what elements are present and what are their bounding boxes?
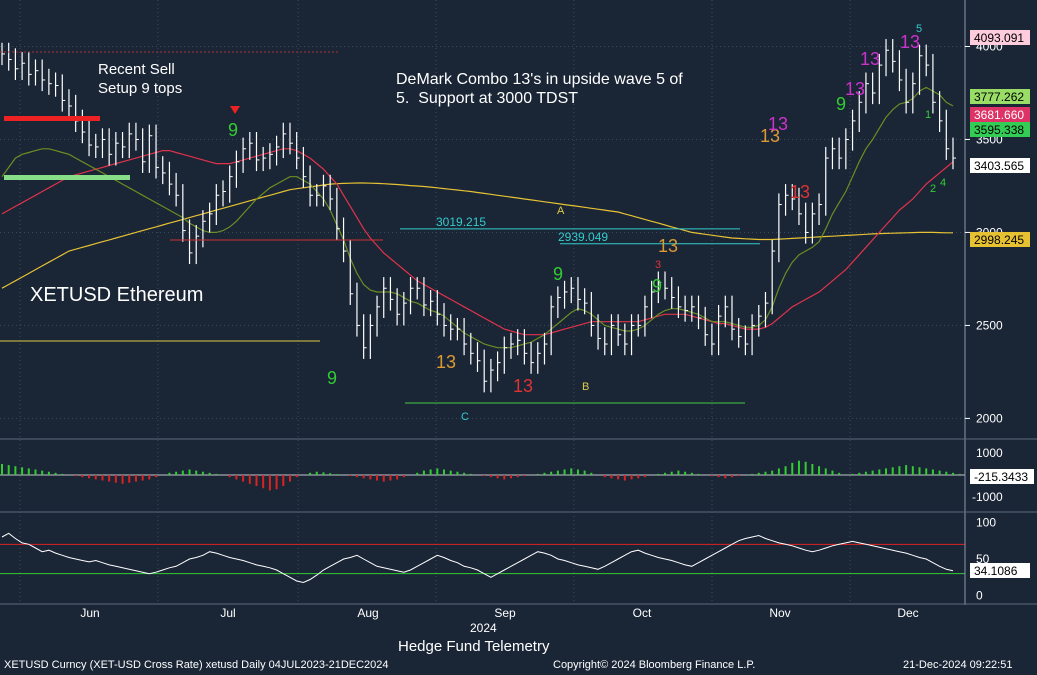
- ytick-main-1: 2500: [976, 318, 1003, 332]
- ytick-hist-1: -1000: [972, 490, 1003, 504]
- wave-label-0: A: [557, 205, 565, 217]
- wave-label-7: 5: [916, 23, 922, 35]
- footer-copyright: Copyright© 2024 Bloomberg Finance L.P.: [553, 659, 756, 671]
- wave-label-4: 2: [930, 183, 936, 195]
- demark-13-2: 13: [900, 32, 920, 52]
- demark-13-5: 13: [790, 182, 810, 202]
- wave-label-6: 4: [940, 177, 946, 189]
- value-badge-text-1: 3777.262: [974, 90, 1024, 104]
- tdst-level-3019-label: 3019.215: [436, 215, 486, 229]
- month-label-jun: Jun: [80, 606, 99, 620]
- demark-13-7: 13: [513, 376, 533, 396]
- footer-left: XETUSD Curncy (XET-USD Cross Rate) xetus…: [4, 659, 389, 671]
- recent-sell-annotation: Recent Sell Setup 9 tops: [98, 61, 183, 97]
- demark-9-1: 9: [327, 368, 337, 388]
- demark-9-2: 9: [553, 264, 563, 284]
- wave-label-3: 1: [925, 109, 931, 121]
- value-badge-text-4: 3403.565: [974, 159, 1024, 173]
- demark-13-1: 13: [860, 49, 880, 69]
- demark-13-8: 13: [658, 236, 678, 256]
- demark-13-6: 13: [436, 352, 456, 372]
- tdst-level-2939-label: 2939.049: [558, 230, 608, 244]
- sell-setup-red-bar: [4, 116, 100, 121]
- month-label-dec: Dec: [897, 606, 918, 620]
- month-label-jul: Jul: [220, 606, 235, 620]
- value-badge-text-2: 3681.660: [974, 108, 1024, 122]
- month-label-aug: Aug: [357, 606, 378, 620]
- footer-timestamp: 21-Dec-2024 09:22:51: [903, 659, 1013, 671]
- osc-last-badge-text: 34.1086: [974, 564, 1018, 578]
- demark-13-4: 13: [768, 114, 788, 134]
- demark-13-3: 13: [845, 79, 865, 99]
- ytick-main-0: 2000: [976, 411, 1003, 425]
- wave-label-5: 3: [655, 259, 661, 271]
- month-label-sep: Sep: [494, 606, 516, 620]
- chart-root: 3019.2152939.049 20002500300035004000100…: [0, 0, 1037, 675]
- ytick-hist-0: 1000: [976, 446, 1003, 460]
- wave-label-1: B: [582, 381, 589, 393]
- instrument-annotation: XETUSD Ethereum: [30, 284, 204, 306]
- footer-title: Hedge Fund Telemetry: [398, 638, 550, 655]
- value-badge-text-0: 4093.091: [974, 31, 1024, 45]
- value-badge-text-5: 2998.245: [974, 233, 1024, 247]
- demark-annotation: DeMark Combo 13's in upside wave 5 of 5.…: [396, 71, 683, 107]
- value-badge-text-3: 3595.338: [974, 123, 1024, 137]
- ytick-osc-2: 0: [976, 589, 983, 603]
- wave-label-2: C: [461, 411, 469, 423]
- demark-9-0: 9: [228, 120, 238, 140]
- hist-last-badge-text: -215.3433: [974, 470, 1028, 484]
- month-label-oct: Oct: [633, 606, 652, 620]
- ytick-osc-0: 100: [976, 515, 996, 529]
- demark-9-4: 9: [836, 94, 846, 114]
- support-green-bar: [4, 175, 130, 180]
- footer-year: 2024: [470, 621, 497, 635]
- month-label-nov: Nov: [769, 606, 790, 620]
- demark-9-3: 9: [652, 276, 662, 296]
